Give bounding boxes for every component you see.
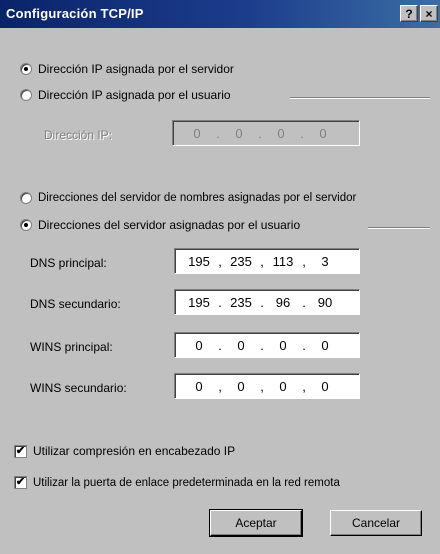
- help-button[interactable]: ?: [400, 5, 418, 22]
- ip-octet: 0: [193, 125, 201, 141]
- octet-separator: .: [302, 337, 306, 353]
- octet-separator: .: [260, 337, 264, 353]
- octet-separator: .: [302, 294, 306, 310]
- radio-ip-user[interactable]: Dirección IP asignada por el usuario: [20, 88, 231, 102]
- ip-octet: 195: [188, 294, 210, 310]
- group-divider: [290, 97, 430, 99]
- radio-dns-server[interactable]: Direcciones del servidor de nombres asig…: [20, 192, 356, 204]
- radio-button[interactable]: [20, 192, 32, 204]
- octet-separator: .: [260, 294, 264, 310]
- ip-octet: 0: [237, 337, 245, 353]
- help-icon: ?: [405, 7, 413, 21]
- title-bar[interactable]: Configuración TCP/IP ? ×: [0, 0, 440, 28]
- dns-secondary-field[interactable]: 195 . 235 . 96 . 90: [174, 289, 360, 315]
- ip-octet: 0: [277, 125, 285, 141]
- close-button[interactable]: ×: [420, 5, 438, 22]
- ip-octet: 235: [230, 294, 252, 310]
- group-divider: [368, 227, 430, 229]
- octet-separator: ,: [302, 253, 306, 269]
- ip-octet: 0: [235, 125, 243, 141]
- ip-octet: 0: [321, 337, 329, 353]
- ip-octet: 0: [279, 337, 287, 353]
- radio-dns-user[interactable]: Direcciones del servidor asignadas por e…: [20, 218, 300, 232]
- octet-separator: ,: [218, 253, 222, 269]
- checkbox-ip-compression[interactable]: ✔ Utilizar compresión en encabezado IP: [14, 444, 235, 458]
- wins-primary-label: WINS principal:: [30, 340, 113, 354]
- ip-address-label: Dirección IP:: [44, 128, 113, 142]
- ip-octet: 0: [195, 337, 203, 353]
- ip-octet: 0: [195, 378, 203, 394]
- octet-separator: .: [218, 294, 222, 310]
- radio-dns-server-label: Direcciones del servidor de nombres asig…: [38, 192, 357, 204]
- radio-dns-user-label: Direcciones del servidor asignadas por e…: [38, 218, 301, 232]
- octet-separator: .: [216, 125, 220, 141]
- octet-separator: ,: [260, 253, 264, 269]
- ip-octet: 90: [317, 294, 333, 310]
- radio-button[interactable]: [20, 89, 32, 101]
- octet-separator: .: [300, 125, 304, 141]
- checkbox-default-gateway[interactable]: ✔ Utilizar la puerta de enlace predeterm…: [14, 476, 340, 489]
- radio-button-selected[interactable]: [20, 219, 32, 231]
- window-title: Configuración TCP/IP: [6, 6, 144, 21]
- check-icon: ✔: [15, 476, 26, 488]
- radio-ip-user-label: Dirección IP asignada por el usuario: [38, 88, 231, 102]
- radio-ip-server[interactable]: Dirección IP asignada por el servidor: [20, 62, 234, 76]
- tcpip-dialog: Configuración TCP/IP ? × Dirección IP as…: [0, 0, 440, 554]
- radio-button-selected[interactable]: [20, 63, 32, 75]
- check-icon: ✔: [15, 444, 26, 457]
- octet-separator: ,: [260, 378, 264, 394]
- ip-octet: 195: [188, 253, 210, 269]
- ip-octet: 0: [321, 378, 329, 394]
- ip-octet: 0: [237, 378, 245, 394]
- ip-octet: 0: [279, 378, 287, 394]
- ip-octet: 3: [321, 253, 329, 269]
- octet-separator: .: [258, 125, 262, 141]
- checkbox-default-gateway-label: Utilizar la puerta de enlace predetermin…: [33, 476, 340, 489]
- dns-primary-label: DNS principal:: [30, 256, 107, 270]
- checkbox-ip-compression-label: Utilizar compresión en encabezado IP: [33, 444, 236, 458]
- dns-primary-field[interactable]: 195 , 235 , 113 , 3: [174, 248, 360, 274]
- checkbox[interactable]: ✔: [14, 476, 27, 489]
- ok-button[interactable]: Aceptar: [209, 509, 303, 537]
- octet-separator: ,: [218, 378, 222, 394]
- ip-octet: 235: [230, 253, 252, 269]
- wins-secondary-field[interactable]: 0 , 0 , 0 , 0: [174, 373, 360, 399]
- dns-secondary-label: DNS secundario:: [30, 297, 121, 311]
- wins-primary-field[interactable]: 0 . 0 . 0 . 0: [174, 332, 360, 358]
- cancel-button[interactable]: Cancelar: [330, 510, 422, 536]
- octet-separator: ,: [302, 378, 306, 394]
- octet-separator: .: [218, 337, 222, 353]
- radio-ip-server-label: Dirección IP asignada por el servidor: [38, 62, 234, 76]
- ip-octet: 0: [319, 125, 327, 141]
- ip-octet: 113: [272, 253, 294, 269]
- ip-address-field[interactable]: 0 . 0 . 0 . 0: [172, 120, 360, 146]
- close-icon: ×: [425, 7, 433, 21]
- checkbox[interactable]: ✔: [14, 444, 27, 458]
- ip-octet: 96: [275, 294, 291, 310]
- wins-secondary-label: WINS secundario:: [30, 381, 127, 395]
